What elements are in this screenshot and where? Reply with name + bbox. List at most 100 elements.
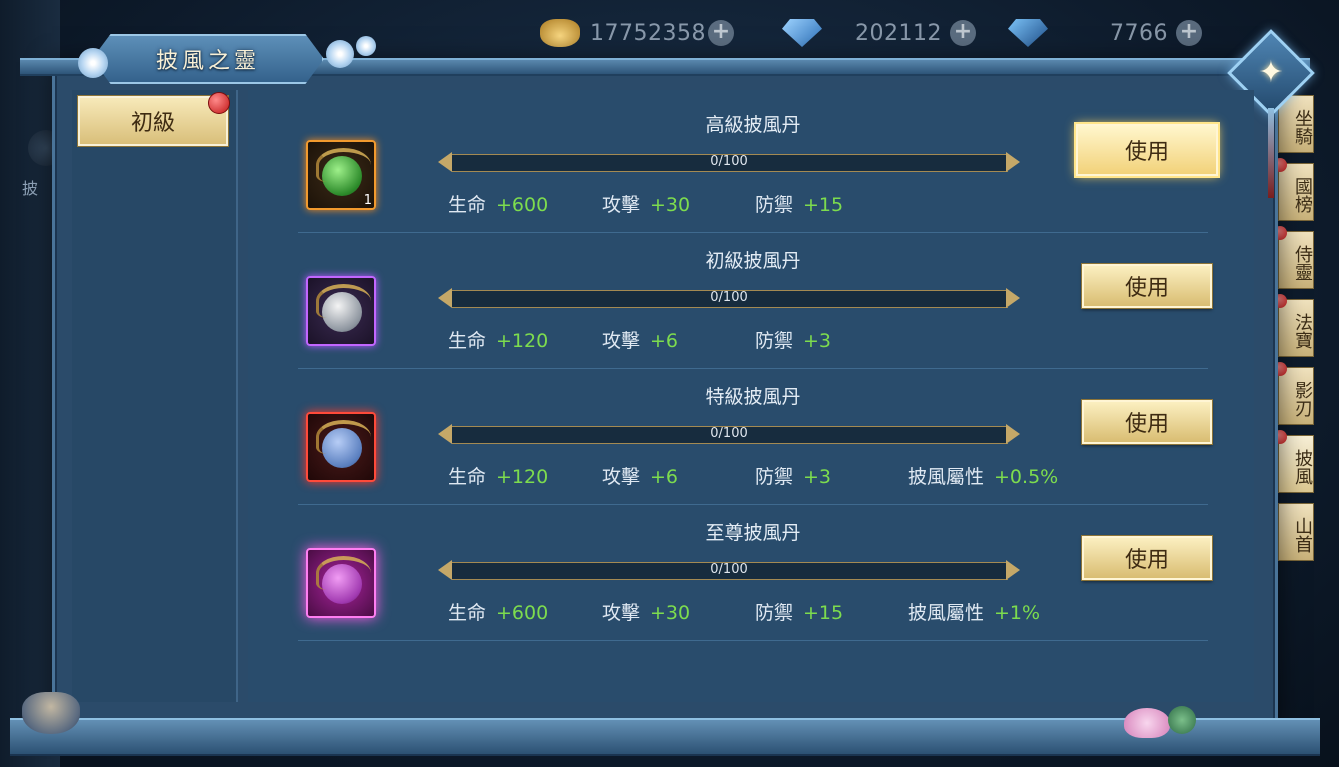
- dragon-icon: [316, 148, 371, 182]
- list-item: 高級披風丹 1 0/100 生命 +600 攻擊 +30 防禦 +15 使用: [298, 96, 1218, 233]
- stat-label: 生命: [448, 602, 487, 624]
- background-left-panel: [0, 0, 60, 767]
- stat-label: 攻擊: [602, 194, 641, 216]
- dragon-icon: [316, 420, 371, 454]
- stat-label: 攻擊: [602, 330, 641, 352]
- cloak-pill-icon[interactable]: [306, 412, 376, 482]
- add-gold-button[interactable]: +: [708, 20, 734, 46]
- use-button[interactable]: 使用: [1082, 264, 1212, 308]
- progress-bar: 0/100: [438, 152, 1020, 172]
- dialog-title: 披風之靈: [155, 49, 260, 74]
- stat-cloak-attribute: 披風屬性 +0.5%: [908, 462, 1058, 489]
- stat-label: 攻擊: [602, 602, 641, 624]
- progress-text: 0/100: [710, 290, 748, 305]
- add-diamond-button[interactable]: +: [950, 20, 976, 46]
- stat-value: +120: [496, 466, 549, 488]
- stat-cloak-attribute: 披風屬性 +1%: [908, 598, 1040, 625]
- currency-bar: 17752358 + 202112 + 7766 +: [520, 0, 1260, 47]
- stat-label: 防禦: [755, 330, 794, 352]
- currency-bound-diamond-value: 7766: [1110, 20, 1168, 46]
- side-tab-treasure[interactable]: 法寶: [1273, 294, 1314, 357]
- stat-hp: 生命 +120: [448, 326, 548, 353]
- progress-bar: 0/100: [438, 288, 1020, 308]
- use-button[interactable]: 使用: [1082, 536, 1212, 580]
- progress-text: 0/100: [710, 154, 748, 169]
- stat-attack: 攻擊 +30: [602, 190, 690, 217]
- side-tab-mountain[interactable]: 山首: [1278, 503, 1314, 561]
- stat-value: +6: [650, 330, 679, 352]
- progress-bar: 0/100: [438, 560, 1020, 580]
- currency-diamond: 202112 +: [782, 14, 976, 52]
- flower-decoration-icon: [356, 36, 376, 56]
- dragon-icon: [316, 284, 371, 318]
- side-tab-ranking[interactable]: 國榜: [1273, 158, 1314, 221]
- stat-label: 披風屬性: [908, 466, 985, 488]
- stat-label: 攻擊: [602, 466, 641, 488]
- cloak-pill-icon[interactable]: [306, 548, 376, 618]
- stat-label: 防禦: [755, 602, 794, 624]
- flower-decoration-icon: [78, 48, 108, 78]
- stat-attack: 攻擊 +6: [602, 326, 678, 353]
- stat-attack: 攻擊 +6: [602, 462, 678, 489]
- incense-burner-icon: [22, 692, 80, 734]
- stat-label: 生命: [448, 194, 487, 216]
- side-tab-shadow-blade[interactable]: 影刃: [1273, 362, 1314, 425]
- use-button[interactable]: 使用: [1082, 400, 1212, 444]
- category-tab-basic[interactable]: 初級: [78, 92, 230, 146]
- dialog-title-plate: 披風之靈: [92, 34, 324, 84]
- gold-ingot-icon: [540, 19, 580, 47]
- stat-hp: 生命 +600: [448, 190, 548, 217]
- stat-attack: 攻擊 +30: [602, 598, 690, 625]
- add-bound-diamond-button[interactable]: +: [1176, 20, 1202, 46]
- lotus-icon: [1124, 708, 1170, 738]
- side-tab-spirit[interactable]: 侍靈: [1273, 226, 1314, 289]
- item-name: 初級披風丹: [705, 250, 801, 272]
- diamond-icon: [782, 19, 822, 47]
- stat-value: +15: [803, 602, 844, 624]
- progress-text: 0/100: [710, 562, 748, 577]
- item-count: 1: [363, 193, 372, 208]
- side-tab-menu: 坐騎 國榜 侍靈 法寶 影刃 披風 山首: [1273, 90, 1318, 571]
- stat-label: 生命: [448, 330, 487, 352]
- cloak-pill-icon[interactable]: 1: [306, 140, 376, 210]
- tassel-decoration: [1268, 108, 1274, 198]
- locked-diamond-icon: [1008, 19, 1048, 47]
- list-item: 特級披風丹 0/100 生命 +120 攻擊 +6 防禦 +3 披風屬性 +0.5% 使…: [298, 368, 1212, 505]
- progress-bar: 0/100: [438, 424, 1020, 444]
- stat-value: +600: [496, 602, 549, 624]
- category-tab-label: 初級: [130, 111, 175, 136]
- stat-defense: 防禦 +3: [755, 462, 831, 489]
- item-name: 高級披風丹: [705, 114, 801, 136]
- notification-dot: [208, 92, 230, 114]
- cloak-pill-icon[interactable]: [306, 276, 376, 346]
- use-button[interactable]: 使用: [1076, 124, 1218, 176]
- background-left-label: 披: [22, 179, 39, 198]
- list-item: 至尊披風丹 0/100 生命 +600 攻擊 +30 防禦 +15 披風屬性 +1% 使…: [298, 504, 1212, 641]
- currency-diamond-value: 202112: [855, 20, 942, 46]
- currency-gold: 17752358 +: [540, 14, 734, 52]
- stat-label: 防禦: [755, 466, 794, 488]
- side-tab-cloak[interactable]: 披風: [1273, 430, 1314, 493]
- stat-value: +1%: [994, 602, 1041, 624]
- stat-value: +3: [803, 466, 832, 488]
- close-icon: ✦: [1258, 55, 1284, 90]
- flower-decoration-icon: [326, 40, 354, 68]
- stat-defense: 防禦 +15: [755, 190, 843, 217]
- stat-value: +6: [650, 466, 679, 488]
- item-list: 高級披風丹 1 0/100 生命 +600 攻擊 +30 防禦 +15 使用 初級披風…: [248, 90, 1254, 702]
- progress-text: 0/100: [710, 426, 748, 441]
- currency-gold-value: 17752358: [590, 20, 706, 46]
- stat-value: +0.5%: [994, 466, 1059, 488]
- stat-value: +600: [496, 194, 549, 216]
- item-name: 至尊披風丹: [705, 522, 801, 544]
- stat-hp: 生命 +120: [448, 462, 548, 489]
- item-name: 特級披風丹: [705, 386, 801, 408]
- stat-value: +120: [496, 330, 549, 352]
- stat-hp: 生命 +600: [448, 598, 548, 625]
- stat-label: 披風屬性: [908, 602, 985, 624]
- stat-value: +30: [650, 602, 691, 624]
- dragon-icon: [316, 556, 371, 590]
- stat-defense: 防禦 +15: [755, 598, 843, 625]
- stat-defense: 防禦 +3: [755, 326, 831, 353]
- category-column: 初級: [72, 90, 238, 702]
